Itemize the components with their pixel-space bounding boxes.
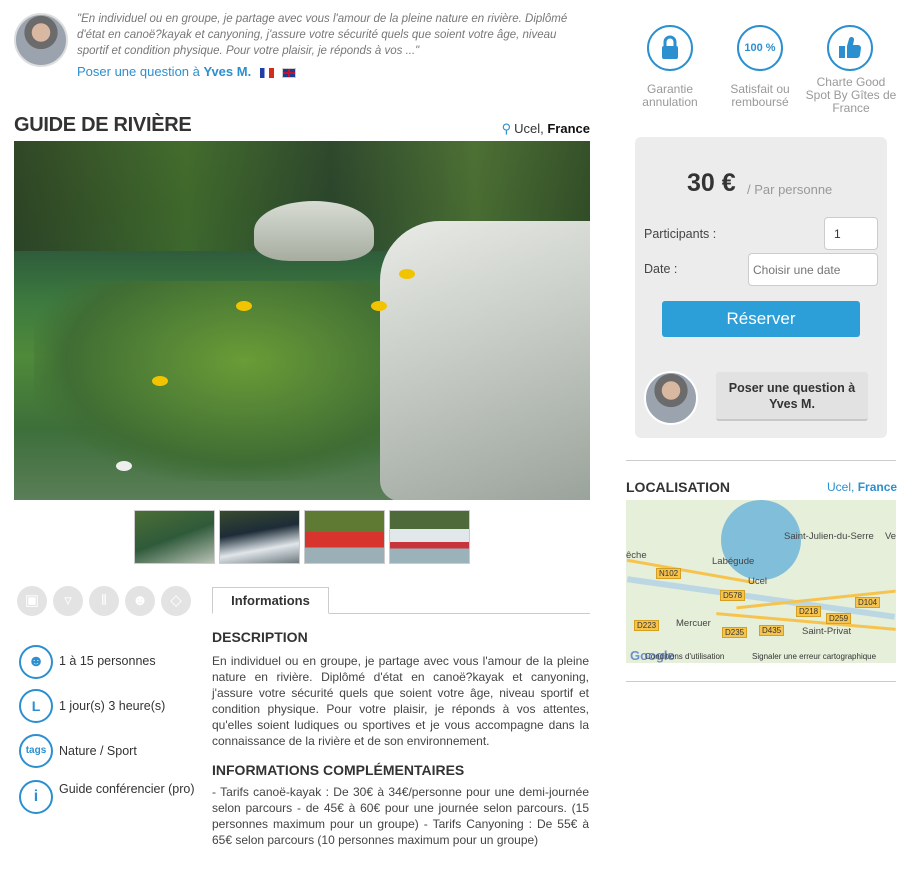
location-city: Ucel, — [514, 121, 544, 136]
badge-charter-label: Charte Good Spot By Gîtes de France — [805, 75, 897, 115]
feature-theme: Nature / Sport — [59, 744, 137, 758]
description-text: En individuel ou en groupe, je partage a… — [212, 654, 589, 748]
road-label: D578 — [720, 590, 746, 601]
tab-informations[interactable]: Informations — [212, 587, 329, 614]
location-map[interactable]: Saint-Julien-du-Serre Labégude Ucel Merc… — [626, 500, 896, 663]
map-place: Saint-Julien-du-Serre — [784, 531, 874, 542]
map-report-link[interactable]: Signaler une erreur cartographique — [752, 652, 876, 661]
restaurant-icon: ‖ — [89, 586, 119, 616]
map-place: êche — [626, 550, 647, 561]
map-pin-icon: ⚲ — [501, 121, 512, 136]
road-label: D259 — [826, 613, 852, 624]
group-icon: ☻ — [19, 645, 53, 679]
photo-thumbnail[interactable] — [304, 510, 385, 564]
photo-thumbnail[interactable] — [134, 510, 215, 564]
bus-icon: ▣ — [17, 586, 47, 616]
divider — [626, 460, 896, 461]
duration-icon: L — [19, 689, 53, 723]
price-unit: / Par personne — [747, 182, 833, 197]
thumbs-up-icon — [827, 25, 873, 71]
map-place: Saint-Privat — [802, 626, 852, 637]
localisation-city: Ucel, — [827, 480, 855, 494]
participants-input[interactable] — [824, 217, 878, 250]
localisation-place: Ucel, France — [827, 480, 897, 494]
tags-icon: tags — [19, 734, 53, 768]
ask-question-link[interactable]: Poser une question à Yves M. — [77, 64, 297, 79]
cocktail-icon: ▿ — [53, 586, 83, 616]
reserve-button[interactable]: Réserver — [662, 301, 860, 337]
photo-thumbnail[interactable] — [389, 510, 470, 564]
100-percent-icon: 100 % — [737, 25, 783, 71]
guide-quote: "En individuel ou en groupe, je partage … — [77, 13, 568, 57]
road-label: D223 — [634, 620, 660, 631]
location-country: France — [547, 121, 590, 136]
ask-question-button[interactable]: Poser une question à Yves M. — [716, 372, 868, 421]
road-label: D235 — [722, 627, 748, 638]
guide-avatar-small — [644, 371, 698, 425]
description-heading: DESCRIPTION — [212, 629, 308, 645]
map-place: Ve — [885, 531, 896, 542]
road-label: D435 — [759, 625, 785, 636]
map-place: Mercuer — [676, 618, 711, 629]
price: 30 € — [687, 169, 736, 197]
ask-prefix: Poser une question à — [77, 64, 200, 79]
lock-icon — [647, 25, 693, 71]
guide-avatar[interactable] — [14, 13, 68, 67]
guide-name: Yves M. — [203, 64, 252, 79]
english-flag-icon — [282, 67, 297, 78]
map-terms-link[interactable]: Conditions d'utilisation — [645, 652, 724, 661]
map-place: Ucel — [748, 576, 768, 587]
activity-location: ⚲ Ucel, France — [502, 121, 590, 137]
french-flag-icon — [259, 67, 274, 78]
participants-label: Participants : — [644, 227, 717, 241]
main-photo[interactable] — [14, 141, 590, 500]
feature-guide-type: Guide conférencier (pro) — [59, 782, 195, 796]
localisation-heading: LOCALISATION — [626, 479, 730, 495]
info-icon: i — [19, 780, 53, 814]
road-label: D218 — [796, 606, 822, 617]
date-input[interactable] — [748, 253, 878, 286]
divider — [626, 681, 896, 682]
page-title: GUIDE DE RIVIÈRE — [14, 114, 192, 136]
badge-satisfaction-label: Satisfait ou remboursé — [730, 82, 790, 109]
more-info-heading: INFORMATIONS COMPLÉMENTAIRES — [212, 762, 465, 778]
road-label: N102 — [656, 568, 682, 579]
more-info-text: - Tarifs canoë-kayak : De 30€ à 34€/pers… — [212, 785, 589, 847]
feature-capacity: 1 à 15 personnes — [59, 654, 156, 668]
photo-thumbnail[interactable] — [219, 510, 300, 564]
road-label: D104 — [855, 597, 881, 608]
date-label: Date : — [644, 262, 678, 276]
people-icon: ☻ — [125, 586, 155, 616]
map-place: Labégude — [712, 556, 755, 567]
localisation-country: France — [857, 480, 898, 494]
feature-duration: 1 jour(s) 3 heure(s) — [59, 699, 166, 713]
ticket-icon: ◇ — [161, 586, 191, 616]
badge-cancellation-label: Garantie annulation — [642, 82, 698, 109]
